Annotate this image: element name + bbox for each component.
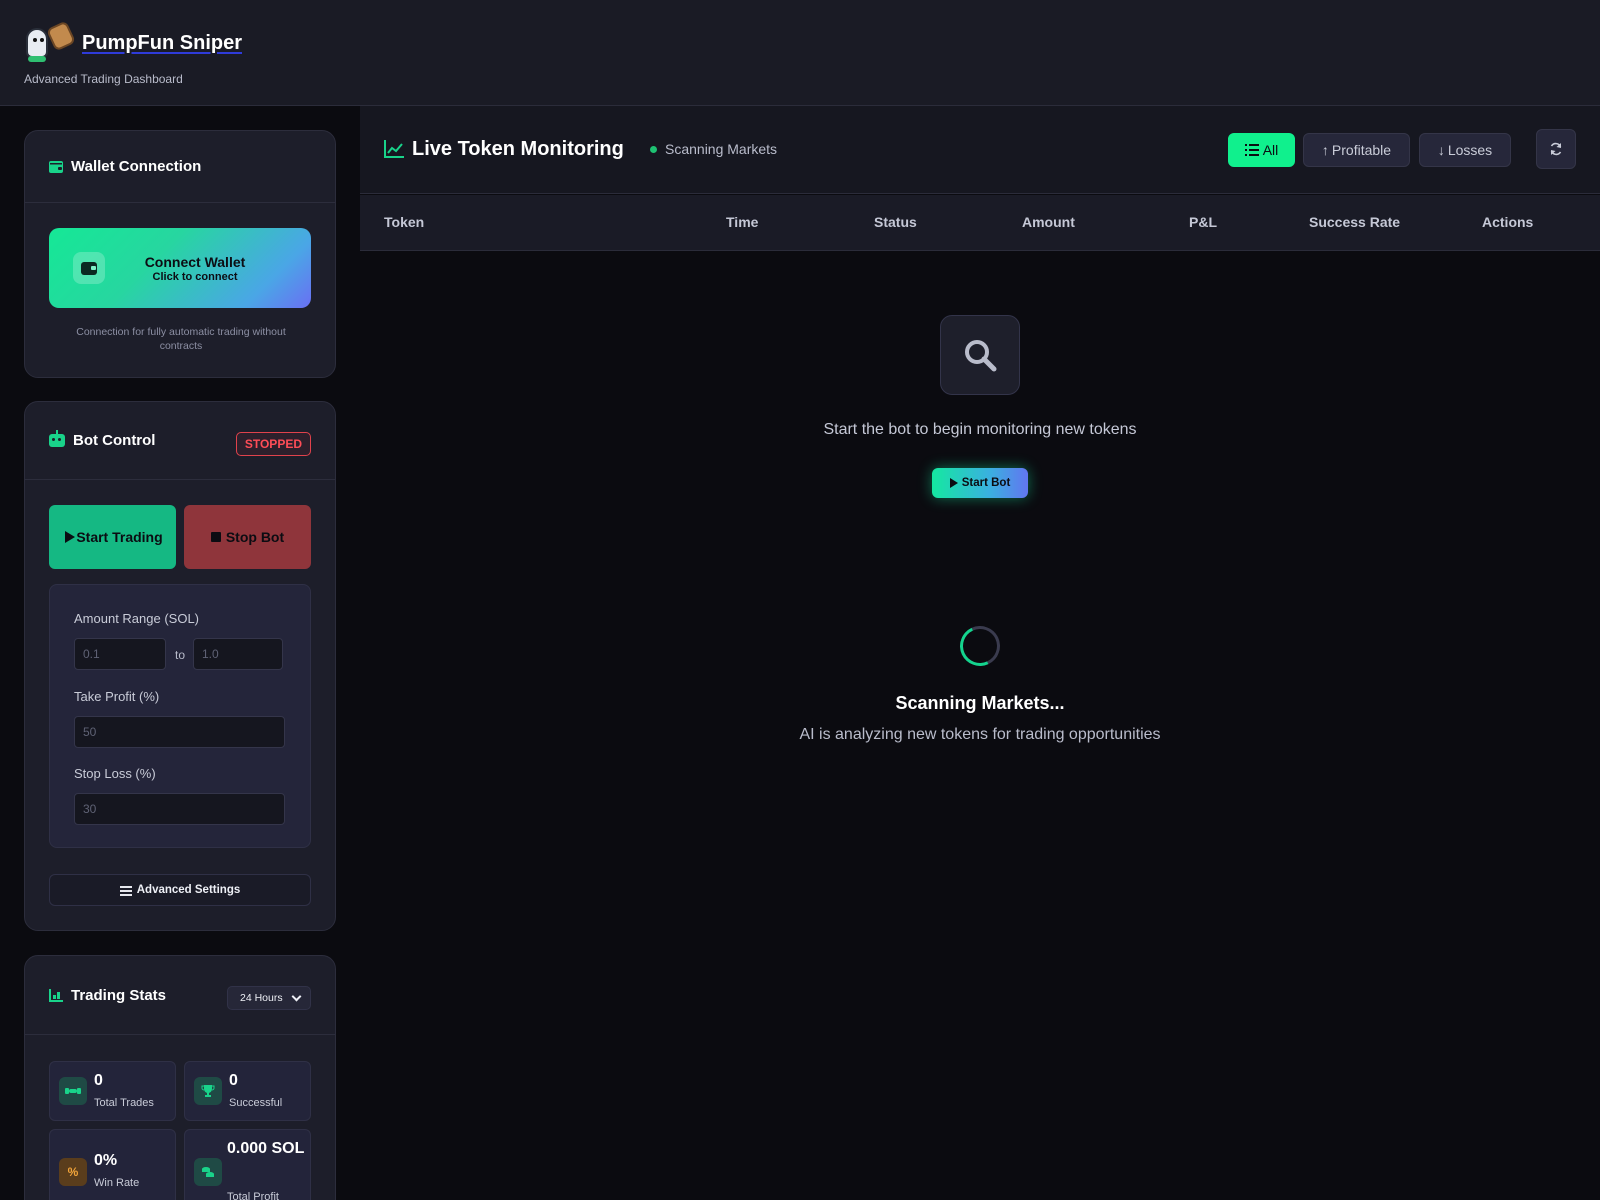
advanced-settings-label: Advanced Settings — [136, 884, 241, 896]
chevron-down-icon — [291, 991, 302, 1001]
wallet-card-title: Wallet Connection — [71, 158, 202, 175]
monitoring-title: Live Token Monitoring — [412, 138, 624, 160]
status-badge: STOPPED — [235, 432, 311, 456]
stat-win-rate: % 0% Win Rate — [49, 1129, 176, 1200]
empty-state-text: Start the bot to begin monitoring new to… — [823, 421, 1137, 438]
handshake-icon — [59, 1077, 87, 1105]
column-status[interactable]: Status — [874, 214, 917, 230]
filter-profitable-button[interactable]: ↑ Profitable — [1303, 133, 1410, 167]
trading-stats-title: Trading Stats — [71, 986, 167, 1004]
trophy-icon — [194, 1077, 222, 1105]
percent-icon: % — [59, 1158, 87, 1186]
filter-losses-button[interactable]: ↓ Losses — [1419, 133, 1511, 167]
stat-value: 0 — [94, 1072, 103, 1089]
stat-value: 0 — [229, 1072, 238, 1089]
play-icon — [65, 531, 75, 543]
bar-chart-icon — [49, 988, 63, 1002]
stop-loss-label: Stop Loss (%) — [74, 766, 156, 781]
scanning-subtitle: AI is analyzing new tokens for trading o… — [799, 726, 1161, 743]
stop-bot-button[interactable]: Stop Bot — [184, 505, 311, 569]
column-actions[interactable]: Actions — [1482, 214, 1533, 230]
connect-wallet-sublabel: Click to connect — [152, 270, 238, 283]
trading-stats-header: Trading Stats 24 Hours — [25, 956, 335, 1035]
logo-icon — [24, 20, 77, 64]
take-profit-label: Take Profit (%) — [74, 689, 160, 704]
bot-control-card: Bot Control STOPPED Start Trading Stop B… — [24, 401, 336, 931]
arrow-down-icon: ↓ — [1437, 142, 1445, 158]
stat-label: Total Profit — [227, 1191, 279, 1200]
bot-settings-panel: Amount Range (SOL) to Take Profit (%) St… — [49, 584, 311, 848]
amount-max-input[interactable] — [193, 638, 283, 670]
live-status-dot — [650, 146, 657, 153]
stat-total-profit: 0.000 SOL Total Profit — [184, 1129, 311, 1200]
empty-start-bot-label: Start Bot — [961, 477, 1011, 489]
loading-spinner — [954, 620, 1006, 672]
robot-icon — [49, 430, 65, 447]
connect-wallet-button[interactable]: Connect Wallet Click to connect — [49, 228, 311, 308]
column-time[interactable]: Time — [726, 214, 758, 230]
column-amount[interactable]: Amount — [1022, 214, 1075, 230]
wallet-icon — [49, 160, 63, 173]
advanced-settings-button[interactable]: Advanced Settings — [49, 874, 311, 906]
app-subtitle: Advanced Trading Dashboard — [24, 72, 183, 86]
stats-range-select[interactable]: 24 Hours — [227, 986, 311, 1010]
take-profit-input[interactable] — [74, 716, 285, 748]
connect-wallet-label: Connect Wallet — [144, 253, 246, 270]
wallet-card: Wallet Connection Connect Wallet Click t… — [24, 130, 336, 378]
coins-icon — [194, 1158, 222, 1186]
brand[interactable]: PumpFun Sniper — [24, 20, 242, 64]
start-trading-label: Start Trading — [76, 528, 163, 545]
amount-to-label: to — [175, 648, 186, 662]
stat-label: Total Trades — [94, 1097, 154, 1109]
empty-state-icon-box — [940, 315, 1020, 395]
wallet-card-header: Wallet Connection — [25, 131, 335, 203]
stat-label: Win Rate — [94, 1177, 140, 1189]
filter-losses-label: Losses — [1447, 142, 1493, 158]
empty-start-bot-button[interactable]: Start Bot — [932, 468, 1028, 498]
arrow-up-icon: ↑ — [1321, 142, 1329, 158]
stat-value: 0.000 SOL — [227, 1140, 305, 1157]
play-icon — [949, 478, 958, 488]
chart-line-icon — [384, 140, 404, 158]
top-header: PumpFun Sniper Advanced Trading Dashboar… — [0, 0, 1600, 106]
filter-all-label: All — [1262, 142, 1279, 158]
column-pnl[interactable]: P&L — [1189, 214, 1217, 230]
stop-icon — [210, 532, 221, 542]
token-table-header: Token Time Status Amount P&L Success Rat… — [360, 195, 1600, 251]
bot-control-header: Bot Control STOPPED — [25, 402, 335, 480]
stop-bot-label: Stop Bot — [225, 529, 285, 545]
trading-stats-card: Trading Stats 24 Hours 0 Total Trades 0 … — [24, 955, 336, 1200]
monitoring-header: Live Token Monitoring Scanning Markets A… — [360, 106, 1600, 194]
start-trading-button[interactable]: Start Trading — [49, 505, 176, 569]
stat-value: 0% — [94, 1152, 118, 1169]
amount-range-label: Amount Range (SOL) — [74, 611, 200, 626]
live-status-text: Scanning Markets — [665, 141, 778, 157]
refresh-icon — [1550, 142, 1562, 156]
list-icon — [1244, 144, 1259, 156]
sliders-icon — [119, 885, 132, 896]
stat-successful: 0 Successful — [184, 1061, 311, 1121]
amount-min-input[interactable] — [74, 638, 166, 670]
search-icon — [965, 340, 997, 372]
stats-range-value: 24 Hours — [240, 992, 283, 1004]
filter-profitable-label: Profitable — [1331, 142, 1392, 158]
column-success-rate[interactable]: Success Rate — [1309, 214, 1400, 230]
filter-all-button[interactable]: All — [1228, 133, 1295, 167]
stat-total-trades: 0 Total Trades — [49, 1061, 176, 1121]
stat-label: Successful — [229, 1097, 283, 1109]
scanning-title: Scanning Markets... — [895, 693, 1065, 713]
connect-note: Connection for fully automatic trading w… — [76, 326, 286, 352]
refresh-button[interactable] — [1536, 129, 1576, 169]
app-title[interactable]: PumpFun Sniper — [82, 32, 242, 55]
wallet-button-icon — [73, 252, 105, 284]
bot-control-title: Bot Control — [73, 432, 156, 449]
column-token[interactable]: Token — [384, 214, 424, 230]
stop-loss-input[interactable] — [74, 793, 285, 825]
